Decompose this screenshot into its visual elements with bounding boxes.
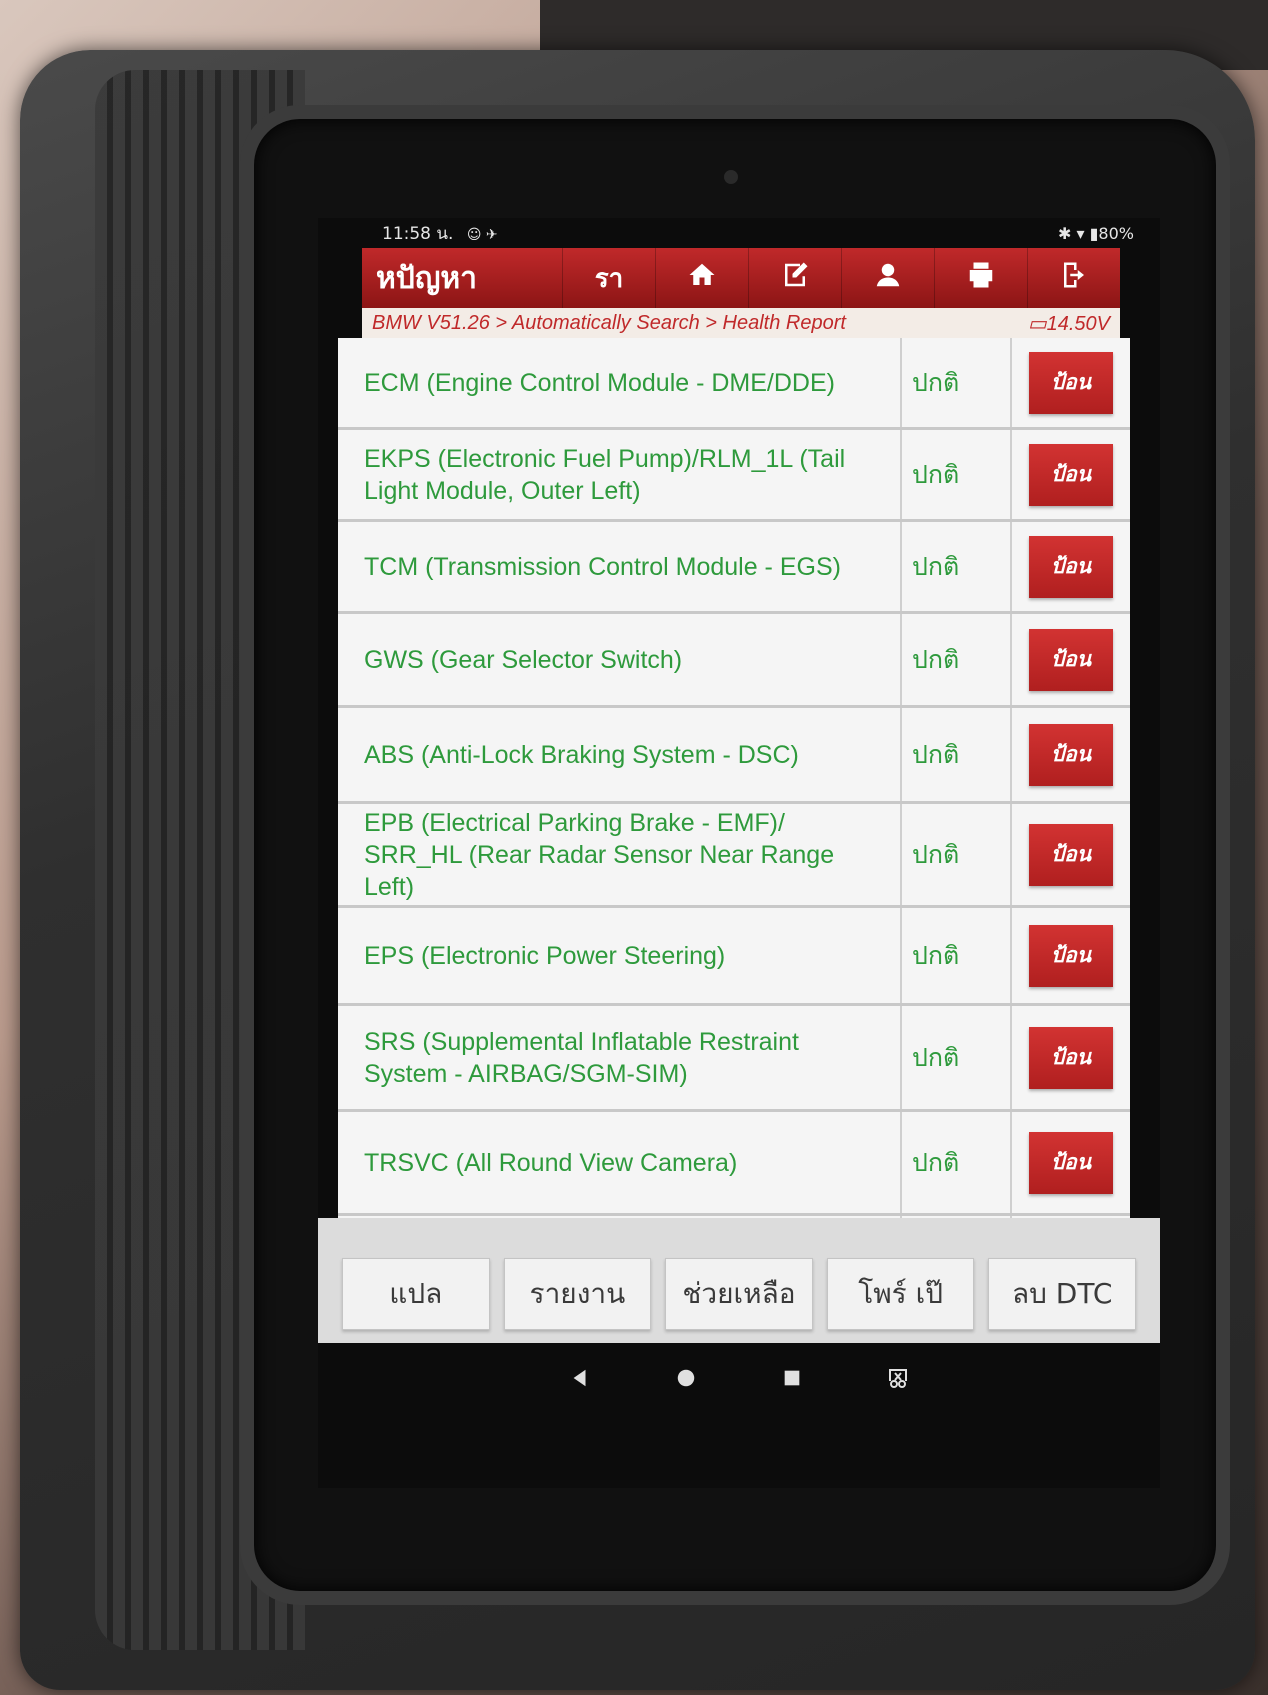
module-status: ปกติ [902, 804, 1012, 905]
table-row: SRS (Supplemental Inflatable Restraint S… [338, 1006, 1130, 1112]
module-name: SRS (Supplemental Inflatable Restraint S… [338, 1006, 902, 1109]
table-row: EKPS (Electronic Fuel Pump)/RLM_1L (Tail… [338, 430, 1130, 522]
module-status: ปกติ [902, 614, 1012, 705]
edit-icon [780, 260, 810, 297]
module-name: ABS (Anti-Lock Braking System - DSC) [338, 708, 902, 801]
enter-button[interactable]: ป้อน [1029, 924, 1113, 987]
clear-dtc-button[interactable]: ลบ DTC [988, 1258, 1136, 1330]
module-status: ปกติ [902, 908, 1012, 1003]
screenshot-icon[interactable] [885, 1365, 911, 1391]
exit-icon [1059, 260, 1089, 297]
module-name: TCM (Transmission Control Module - EGS) [338, 522, 902, 611]
enter-button[interactable]: ป้อน [1029, 443, 1113, 506]
enter-button[interactable]: ป้อน [1029, 535, 1113, 598]
back-label: รา [594, 263, 624, 294]
print-icon [966, 260, 996, 297]
module-status: ปกติ [902, 338, 1012, 427]
app-title: หปัญหา [376, 260, 478, 296]
nav-back-icon[interactable] [567, 1365, 593, 1391]
help-button[interactable]: ช่วยเหลือ [665, 1258, 813, 1330]
table-row: GWS (Gear Selector Switch) ปกติ ป้อน [338, 614, 1130, 708]
module-status: ปกติ [902, 708, 1012, 801]
voltage-value: 14.50V [1046, 312, 1110, 335]
table-row: ABS (Anti-Lock Braking System - DSC) ปกต… [338, 708, 1130, 804]
status-bar: 11:58 น. ☺ ✈ ✱ ▾ ▮80% [318, 218, 1160, 248]
module-name: EKPS (Electronic Fuel Pump)/RLM_1L (Tail… [338, 430, 902, 519]
app-toolbar: หปัญหา รา [362, 248, 1120, 308]
table-row: EPB (Electrical Parking Brake - EMF)/ SR… [338, 804, 1130, 908]
table-row: TRSVC (All Round View Camera) ปกติ ป้อน [338, 1112, 1130, 1216]
module-name: EPS (Electronic Power Steering) [338, 908, 902, 1003]
home-icon [687, 260, 717, 297]
health-report-table: ECM (Engine Control Module - DME/DDE) ปก… [338, 338, 1130, 1242]
table-row: TCM (Transmission Control Module - EGS) … [338, 522, 1130, 614]
nav-home-icon[interactable] [673, 1365, 699, 1391]
breadcrumb: BMW V51.26 > Automatically Search > Heal… [362, 308, 1120, 338]
module-status: ปกติ [902, 522, 1012, 611]
android-nav-bar [318, 1343, 1160, 1413]
status-time: 11:58 น. [382, 223, 454, 244]
nav-recents-icon[interactable] [779, 1365, 805, 1391]
print-button[interactable] [934, 248, 1027, 308]
enter-button[interactable]: ป้อน [1029, 1026, 1113, 1089]
bottom-button-bar: แปล รายงาน ช่วยเหลือ โพร์ เป๊ ลบ DTC [318, 1258, 1160, 1330]
camera-icon [724, 170, 738, 184]
voltage-readout: ▭14.50V [1028, 311, 1110, 336]
battery-icon: ▭ [1027, 312, 1047, 335]
freeze-frame-button[interactable]: โพร์ เป๊ [826, 1258, 975, 1330]
report-button[interactable]: รายงาน [503, 1258, 652, 1330]
home-button[interactable] [655, 248, 748, 308]
module-name: EPB (Electrical Parking Brake - EMF)/ SR… [338, 804, 902, 905]
edit-button[interactable] [748, 248, 841, 308]
module-name: GWS (Gear Selector Switch) [338, 614, 902, 705]
module-status: ปกติ [902, 1112, 1012, 1213]
back-button[interactable]: รา [562, 248, 655, 308]
exit-button[interactable] [1027, 248, 1120, 308]
profile-button[interactable] [841, 248, 934, 308]
status-left-icons: ☺ ✈ [466, 226, 498, 243]
table-row: EPS (Electronic Power Steering) ปกติ ป้อ… [338, 908, 1130, 1006]
module-status: ปกติ [902, 1006, 1012, 1109]
enter-button[interactable]: ป้อน [1029, 823, 1113, 886]
tablet-screen: 11:58 น. ☺ ✈ ✱ ▾ ▮80% หปัญหา รา BMW V51.… [318, 218, 1160, 1488]
enter-button[interactable]: ป้อน [1029, 1131, 1113, 1194]
enter-button[interactable]: ป้อน [1029, 723, 1113, 786]
module-status: ปกติ [902, 430, 1012, 519]
module-name: TRSVC (All Round View Camera) [338, 1112, 902, 1213]
profile-icon [873, 260, 903, 297]
battery-indicator: ✱ ▾ ▮80% [1058, 223, 1134, 243]
enter-button[interactable]: ป้อน [1029, 628, 1113, 691]
translate-button[interactable]: แปล [342, 1258, 490, 1330]
table-row: ECM (Engine Control Module - DME/DDE) ปก… [338, 338, 1130, 430]
enter-button[interactable]: ป้อน [1029, 351, 1113, 414]
breadcrumb-path: BMW V51.26 > Automatically Search > Heal… [372, 311, 846, 334]
module-name: ECM (Engine Control Module - DME/DDE) [338, 338, 902, 427]
